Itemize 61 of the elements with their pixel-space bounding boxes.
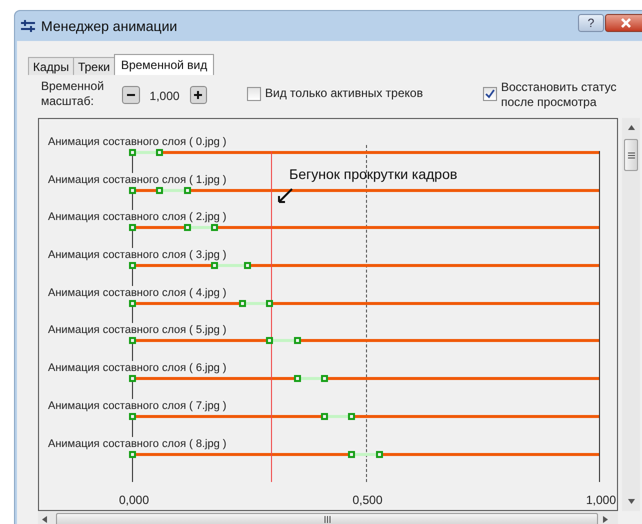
arrow-icon — [276, 187, 294, 205]
keyframe-marker[interactable] — [376, 450, 384, 458]
sliders-icon — [21, 20, 35, 32]
keyframe-marker[interactable] — [129, 149, 136, 156]
left-arrow-icon — [42, 516, 47, 522]
help-button[interactable]: ? — [578, 14, 604, 32]
keyframe-marker[interactable] — [129, 224, 136, 232]
keyframe-marker[interactable] — [348, 450, 356, 458]
keyframe-marker[interactable] — [266, 300, 273, 307]
keyframe-marker[interactable] — [129, 337, 136, 344]
tab[interactable]: Кадры — [28, 57, 74, 75]
keyframe-marker[interactable] — [184, 224, 191, 232]
keyframe-marker[interactable] — [156, 149, 164, 156]
tab[interactable]: Треки — [72, 57, 115, 75]
time-scale-value: 1,000 — [150, 88, 180, 105]
grip-icon — [324, 516, 330, 522]
scrollbar-thumb[interactable] — [56, 512, 598, 524]
track-name: Анимация составного слоя ( 8.jpg ) — [48, 436, 226, 450]
checkbox-label: Восстановить статус после просмотра — [501, 80, 618, 110]
keyframe-marker[interactable] — [238, 300, 246, 307]
minus-icon — [126, 94, 135, 96]
keyframe-marker[interactable] — [129, 262, 136, 270]
scrollbar-thumb[interactable] — [624, 139, 638, 171]
playhead-annotation: Бегунок прокрутки кадров — [289, 165, 458, 184]
grip-icon — [628, 152, 634, 158]
keyframe-marker[interactable] — [294, 375, 301, 382]
keyframe-marker[interactable] — [211, 262, 218, 270]
checkbox[interactable] — [247, 87, 261, 101]
track-name: Анимация составного слоя ( 7.jpg ) — [48, 398, 226, 413]
axis-label: 1,000 — [586, 492, 616, 509]
checkbox[interactable] — [483, 87, 497, 101]
keyframe-marker[interactable] — [320, 375, 328, 382]
checkbox-label: Вид только активных треков — [265, 86, 424, 101]
keyframe-marker[interactable] — [320, 412, 328, 420]
track-name: Анимация составного слоя ( 4.jpg ) — [48, 286, 226, 300]
track-name: Анимация составного слоя ( 3.jpg ) — [48, 248, 226, 262]
tab[interactable]: Временной вид — [114, 54, 214, 75]
keyframe-marker[interactable] — [244, 262, 251, 270]
up-arrow-icon — [628, 125, 634, 130]
right-arrow-icon — [603, 516, 608, 522]
time-scale-label: Временной масштаб: — [41, 79, 105, 109]
axis-label: 0,000 — [118, 492, 150, 509]
plus-icon — [194, 91, 202, 99]
keyframe-marker[interactable] — [294, 337, 301, 344]
window-title: Менеджер анимации — [41, 16, 178, 36]
track-name: Анимация составного слоя ( 6.jpg ) — [48, 361, 226, 376]
track-name: Анимация составного слоя ( 1.jpg ) — [48, 172, 226, 187]
keyframe-marker[interactable] — [129, 375, 136, 382]
keyframe-marker[interactable] — [348, 412, 356, 420]
track-name: Анимация составного слоя ( 5.jpg ) — [48, 323, 226, 338]
plus-button[interactable] — [190, 86, 207, 104]
axis-label: 0,500 — [352, 492, 383, 509]
keyframe-marker[interactable] — [266, 337, 273, 344]
close-icon — [621, 18, 631, 28]
close-button[interactable] — [605, 14, 642, 32]
checkmark-icon — [485, 89, 495, 99]
keyframe-marker[interactable] — [211, 224, 218, 232]
minus-button[interactable] — [122, 86, 140, 104]
track-name: Анимация составного слоя ( 0.jpg ) — [48, 135, 226, 149]
track-name: Анимация составного слоя ( 2.jpg ) — [48, 210, 226, 224]
down-arrow-icon — [628, 499, 634, 504]
